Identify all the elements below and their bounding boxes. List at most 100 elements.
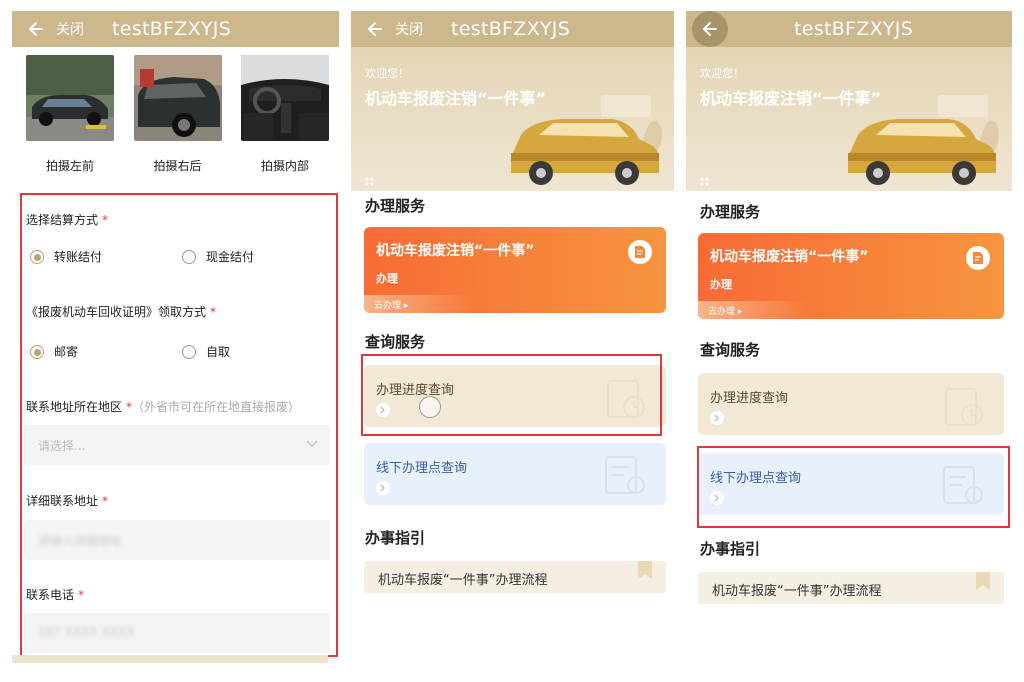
go-handle-link[interactable]: 去办理 ▸ [698,301,808,319]
option-label: 现金结付 [206,250,255,264]
car-illustration-icon [511,95,662,185]
arrow-right-icon [710,411,724,425]
car-front-left-photo [26,55,114,141]
section-guide: 办事指引 [700,540,761,558]
app-title: testBFZXYJS [112,18,232,40]
top-bar: 关闭 testBFZXYJS [351,11,674,47]
guide-item-label: 机动车报废“一件事”办理流程 [712,584,882,599]
radio-pickup[interactable]: 自取 [182,343,230,360]
photo-label: 拍摄右后 [153,159,202,173]
banner: 欢迎您！ 机动车报废注销“一件事” [686,47,1012,191]
service-card-subtitle: 办理 [376,272,398,285]
photo-interior[interactable]: 拍摄内部 [241,55,329,174]
photo-rear-right[interactable]: 拍摄右后 [133,55,222,174]
top-bar: 关闭 testBFZXYJS [12,11,339,47]
app-title: testBFZXYJS [794,18,914,40]
pager-dots-icon [700,177,709,186]
photo-label: 拍摄内部 [260,159,309,173]
photo-front-left[interactable]: 拍摄左前 [26,55,114,174]
progress-query-card[interactable]: 办理进度查询 [698,373,1004,435]
region-select[interactable]: 请选择... [24,425,330,465]
photo-label: 拍摄左前 [45,159,94,173]
bookmark-icon [976,572,990,590]
phone-value: 187 XXXX XXXX [38,625,135,639]
option-label: 自取 [206,345,231,359]
phone-label: 联系电话 [26,588,75,602]
payment-form: 选择结算方式 * 转账结付 现金结付 《报废机动车回收证明》领取方式 * 邮寄 自取… [20,193,338,657]
address-label: 详细联系地址 [26,494,99,508]
section-guide: 办事指引 [365,529,426,547]
back-arrow-icon[interactable] [365,19,385,39]
guide-item[interactable]: 机动车报废“一件事”办理流程 [698,572,1004,604]
service-card[interactable]: 机动车报废注销“一件事” 办理 去办理 ▸ [364,227,666,313]
vehicle-photos: 拍摄左前 拍摄右后 拍摄内部 [12,47,339,174]
certificate-question: 《报废机动车回收证明》领取方式 * [26,303,216,320]
welcome-text: 欢迎您！ [700,67,744,80]
radio-unchecked-icon [182,249,196,264]
offline-query-card[interactable]: 线下办理点查询 [364,443,666,505]
address-input[interactable]: 请输入详细地址 [24,520,330,560]
region-hint: （外省市可在所在地直接报废） [132,400,301,414]
section-query: 查询服务 [700,341,761,359]
location-document-icon [605,456,645,494]
welcome-text: 欢迎您！ [365,67,409,80]
chevron-down-icon [306,440,318,448]
back-arrow-icon[interactable] [26,19,46,39]
offline-query-title: 线下办理点查询 [376,461,468,476]
top-bar: testBFZXYJS [686,11,1012,47]
payment-form-screen: 关闭 testBFZXYJS 拍摄左前 拍摄右后 拍摄内部 选择结算方式 * 转… [12,11,339,671]
document-icon [966,246,990,270]
arrow-right-icon [376,481,390,495]
clock-icon [945,388,983,426]
section-service: 办理服务 [700,203,761,221]
required-mark: * [102,213,109,227]
submit-button-partial[interactable] [12,655,328,663]
highlight-offline-query [697,446,1010,528]
address-question: 详细联系地址 * [26,492,108,509]
guide-item[interactable]: 机动车报废“一件事”办理流程 [364,561,666,593]
pager-dots-icon [365,177,374,186]
settlement-label: 选择结算方式 [26,213,99,227]
region-placeholder: 请选择... [38,439,86,453]
home-screen-offline: testBFZXYJS 欢迎您！ 机动车报废注销“一件事” 办理服务 机动车报废… [686,11,1012,671]
close-button[interactable]: 关闭 [395,19,423,39]
region-label: 联系地址所在地区 [26,400,123,414]
settlement-question: 选择结算方式 * [26,211,108,228]
back-arrow-icon [703,22,717,36]
app-title: testBFZXYJS [451,18,571,40]
region-question: 联系地址所在地区 *（外省市可在所在地直接报废） [26,398,300,415]
section-query: 查询服务 [365,333,426,351]
car-rear-right-photo [133,55,222,141]
service-card-subtitle: 办理 [710,278,732,291]
radio-transfer[interactable]: 转账结付 [30,248,102,265]
highlight-progress-query [361,354,662,436]
go-handle-link[interactable]: 去办理 ▸ [364,295,474,313]
radio-mail[interactable]: 邮寄 [30,343,78,360]
service-card[interactable]: 机动车报废注销“一件事” 办理 去办理 ▸ [698,233,1004,319]
home-screen-progress: 关闭 testBFZXYJS 欢迎您！ 机动车报废注销“一件事” 办理服务 机动… [351,11,674,671]
guide-item-label: 机动车报废“一件事”办理流程 [378,573,548,588]
progress-query-title: 办理进度查询 [710,391,789,406]
phone-question: 联系电话 * [26,586,84,603]
certificate-label: 《报废机动车回收证明》领取方式 [26,305,207,319]
document-icon [628,240,652,264]
section-service: 办理服务 [365,197,426,215]
option-label: 转账结付 [54,250,103,264]
radio-cash[interactable]: 现金结付 [182,248,254,265]
option-label: 邮寄 [54,345,79,359]
phone-input[interactable]: 187 XXXX XXXX [24,613,330,653]
required-mark: * [78,588,85,602]
radio-unchecked-icon [182,344,196,359]
required-mark: * [210,305,217,319]
car-illustration-icon [848,95,999,185]
car-interior-photo [241,55,329,141]
bookmark-icon [638,561,652,579]
required-mark: * [102,494,109,508]
service-card-title: 机动车报废注销“一件事” [710,249,869,265]
radio-checked-icon [30,344,44,359]
service-card-title: 机动车报废注销“一件事” [376,243,535,259]
back-button[interactable] [692,11,728,47]
radio-checked-icon [30,249,44,264]
address-placeholder: 请输入详细地址 [38,534,123,548]
close-button[interactable]: 关闭 [56,19,84,39]
